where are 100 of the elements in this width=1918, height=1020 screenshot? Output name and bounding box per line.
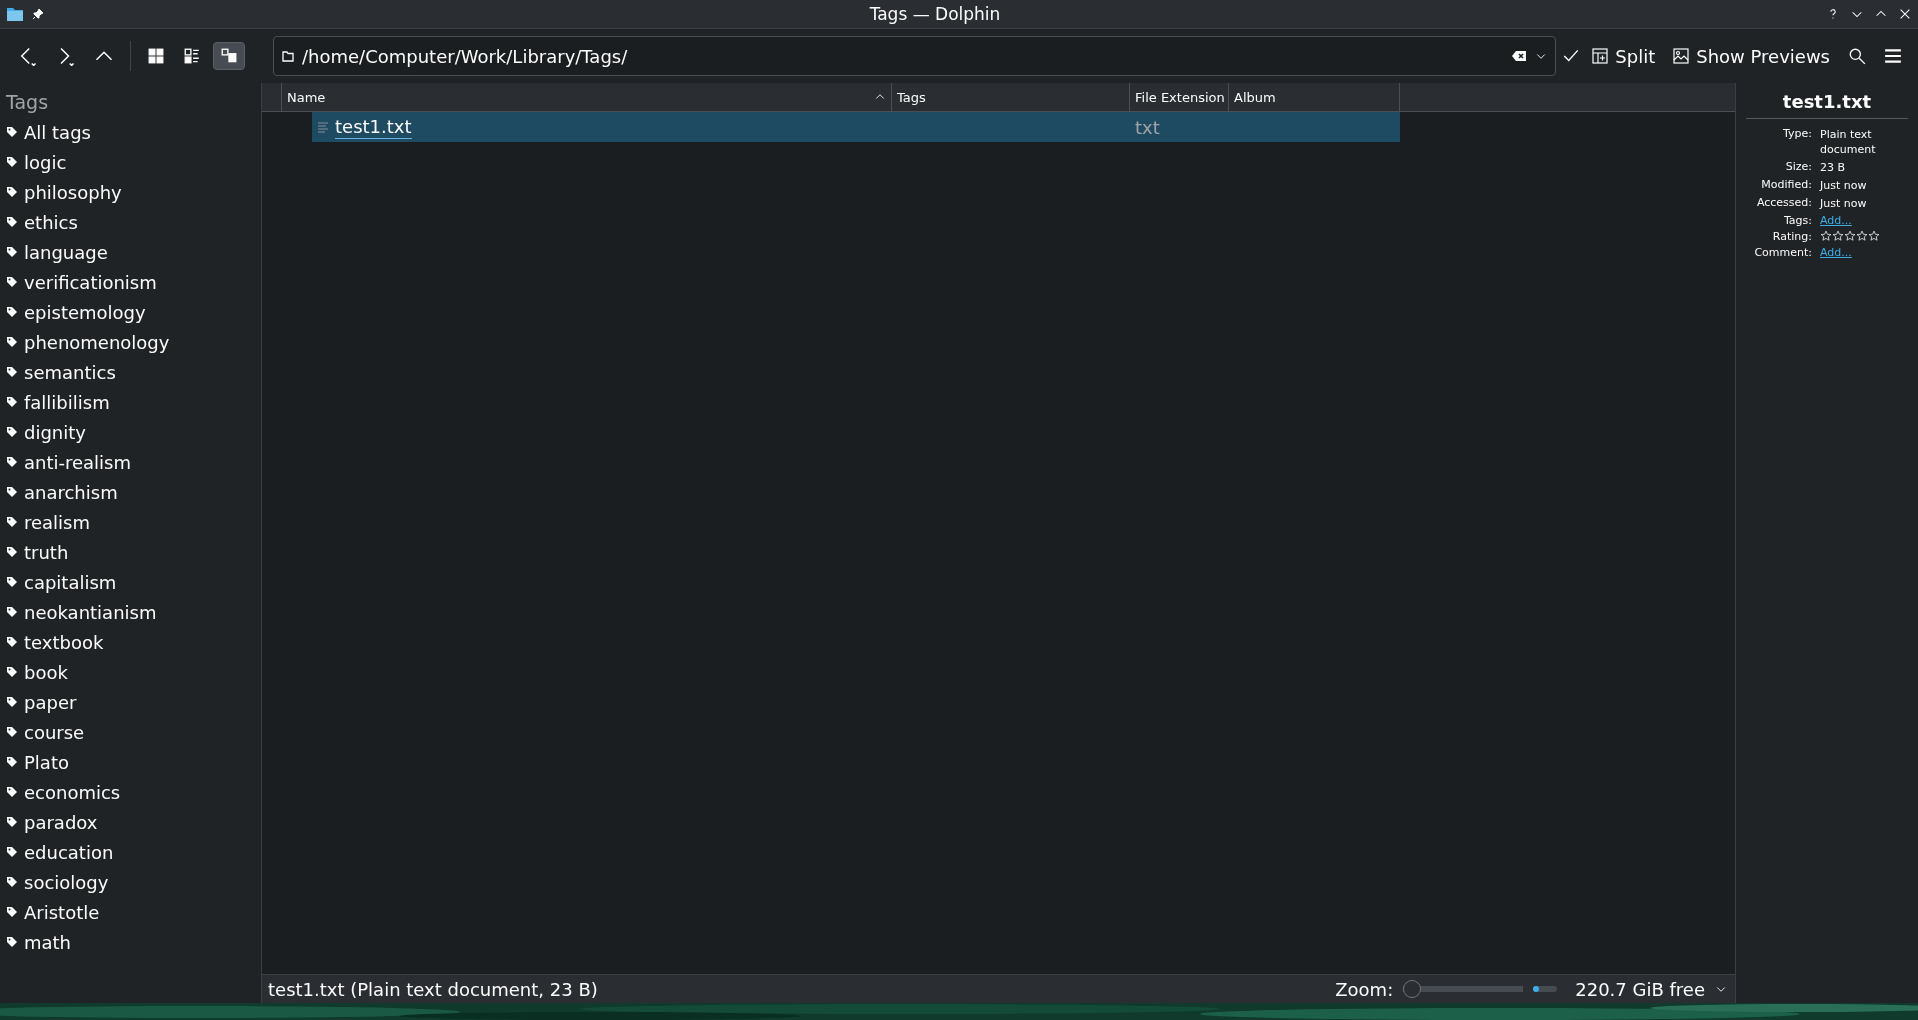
info-value: Just now [1820,178,1868,193]
window-title: Tags — Dolphin [868,4,1002,24]
sidebar-item[interactable]: course [6,717,261,747]
search-icon[interactable] [1848,47,1866,65]
location-field[interactable]: /home/Computer/Work/Library/Tags/ [273,36,1557,76]
star-icon[interactable] [1844,230,1856,242]
column-header[interactable]: Album [1229,83,1400,111]
sidebar-heading: Tags [6,90,50,115]
tag-icon [6,306,18,318]
tag-icon [6,156,18,168]
star-icon[interactable] [1820,230,1832,242]
tag-icon [6,876,18,888]
tag-icon [6,756,18,768]
add-link[interactable]: Add... [1820,214,1852,227]
tag-icon [6,186,18,198]
tag-icon [6,786,18,798]
sidebar-item[interactable]: education [6,837,261,867]
menu-icon[interactable] [1884,47,1902,65]
free-space-label[interactable]: 220.7 GiB free [1575,978,1705,1000]
sidebar-item[interactable]: language [6,237,261,267]
tag-icon [6,816,18,828]
info-label: Rating: [1771,230,1812,243]
image-icon [1673,48,1690,64]
star-icon[interactable] [1868,230,1880,242]
icons-view-icon[interactable] [147,47,165,65]
sidebar-item[interactable]: anarchism [6,477,261,507]
tag-icon [6,696,18,708]
back-icon[interactable] [18,46,38,66]
info-value: Plain text document [1820,127,1877,157]
sidebar-item[interactable]: dignity [6,417,261,447]
close-icon[interactable] [1898,7,1912,21]
file-row[interactable]: test1.txt txt [312,112,1400,142]
sidebar-item[interactable]: All tags [6,117,261,147]
star-icon[interactable] [1856,230,1868,242]
clear-icon[interactable] [1511,50,1528,62]
tag-icon [6,846,18,858]
tag-icon [6,336,18,348]
column-header[interactable]: File Extension [1130,83,1229,111]
tag-icon [6,576,18,588]
tag-icon [6,456,18,468]
tag-icon [6,546,18,558]
tag-icon [6,636,18,648]
details-view-icon[interactable] [220,47,238,65]
tag-icon [6,726,18,738]
info-title: test1.txt [1746,83,1908,119]
sidebar-item[interactable]: verificationism [6,267,261,297]
tag-icon [6,396,18,408]
compact-view-icon[interactable] [183,47,201,65]
sidebar-item[interactable]: textbook [6,627,261,657]
sidebar-item[interactable]: sociology [6,867,261,897]
slider-thumb[interactable] [1403,980,1422,998]
sidebar-item[interactable]: book [6,657,261,687]
tag-icon [6,366,18,378]
pin-icon[interactable] [32,8,44,20]
column-header[interactable]: Tags [892,83,1130,111]
info-label: Modified: [1760,178,1812,193]
sidebar-item[interactable]: neokantianism [6,597,261,627]
star-icon[interactable] [1832,230,1844,242]
tag-icon [6,666,18,678]
tag-icon [6,936,18,948]
sidebar-item[interactable]: Plato [6,747,261,777]
info-label: Size: [1784,160,1812,175]
info-label: Comment: [1753,246,1812,259]
tag-icon [6,426,18,438]
sidebar-item[interactable]: philosophy [6,177,261,207]
sidebar-item[interactable]: capitalism [6,567,261,597]
info-label: Accessed: [1755,196,1812,211]
info-label: Tags: [1782,214,1812,227]
sidebar-item[interactable]: ethics [6,207,261,237]
tag-icon [6,516,18,528]
tag-icon [6,216,18,228]
split-icon [1592,48,1609,64]
tag-icon [6,246,18,258]
tag-icon [6,276,18,288]
sidebar-item[interactable]: semantics [6,357,261,387]
split-button[interactable]: Split [1586,41,1662,71]
tag-icon [6,126,18,138]
view-mode-button[interactable] [213,42,245,70]
show-previews-button[interactable]: Show Previews [1667,41,1836,71]
sidebar-item[interactable]: logic [6,147,261,177]
sidebar-item[interactable]: paper [6,687,261,717]
sidebar-item[interactable]: realism [6,507,261,537]
sidebar-item[interactable]: economics [6,777,261,807]
sidebar-item[interactable]: anti-realism [6,447,261,477]
column-header[interactable]: Name [282,83,892,111]
tag-icon [6,606,18,618]
info-value: 23 B [1820,160,1847,175]
sidebar-item[interactable]: truth [6,537,261,567]
sidebar-item[interactable]: math [6,927,261,957]
sidebar-item[interactable]: phenomenology [6,327,261,357]
preview-size-bar [1533,986,1558,992]
sidebar-item[interactable]: Aristotle [6,897,261,927]
zoom-label: Zoom: [1335,978,1394,1000]
sidebar-item[interactable]: paradox [6,807,261,837]
info-value: Just now [1820,196,1868,211]
sidebar-item[interactable]: fallibilism [6,387,261,417]
tag-icon [6,486,18,498]
add-link[interactable]: Add... [1820,246,1852,259]
sidebar-item[interactable]: epistemology [6,297,261,327]
status-text: test1.txt (Plain text document, 23 B) [268,978,599,1000]
